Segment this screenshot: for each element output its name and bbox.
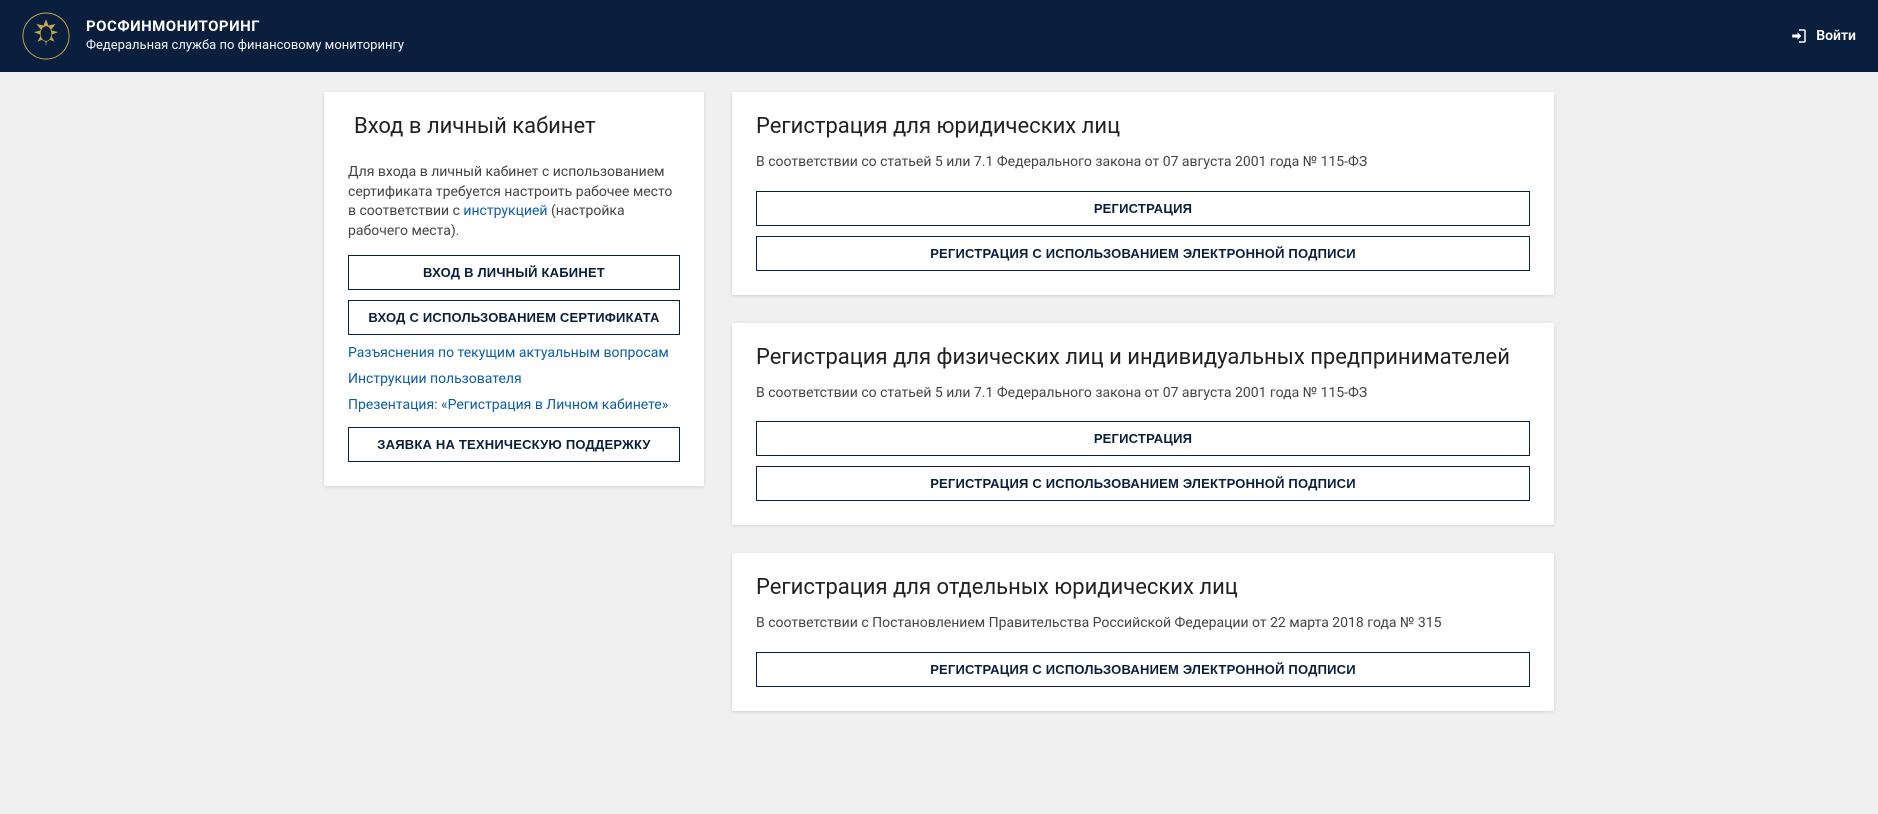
- reg-legal-sig-button[interactable]: РЕГИСТРАЦИЯ С ИСПОЛЬЗОВАНИЕМ ЭЛЕКТРОННОЙ…: [756, 236, 1530, 271]
- support-request-button[interactable]: ЗАЯВКА НА ТЕХНИЧЕСКУЮ ПОДДЕРЖКУ: [348, 427, 680, 462]
- login-card-title: Вход в личный кабинет: [348, 114, 680, 139]
- help-links: Разъяснения по текущим актуальным вопрос…: [348, 345, 680, 413]
- login-cert-button[interactable]: ВХОД С ИСПОЛЬЗОВАНИЕМ СЕРТИФИКАТА: [348, 300, 680, 335]
- login-label: Войти: [1816, 28, 1856, 44]
- site-subtitle: Федеральная служба по финансовому монито…: [86, 37, 404, 55]
- login-card: Вход в личный кабинет Для входа в личный…: [324, 92, 704, 486]
- login-card-desc: Для входа в личный кабинет с использован…: [348, 163, 680, 241]
- instruction-link[interactable]: инструкцией: [463, 203, 547, 219]
- reg-individual-button[interactable]: РЕГИСТРАЦИЯ: [756, 421, 1530, 456]
- login-cabinet-button[interactable]: ВХОД В ЛИЧНЫЙ КАБИНЕТ: [348, 255, 680, 290]
- header-titles: РОСФИНМОНИТОРИНГ Федеральная служба по ф…: [86, 17, 404, 55]
- reg-individual-desc: В соответствии со статьей 5 или 7.1 Феде…: [756, 384, 1530, 404]
- right-column: Регистрация для юридических лиц В соотве…: [732, 92, 1554, 711]
- emblem-icon: [22, 12, 70, 60]
- reg-special-desc: В соответствии с Постановлением Правител…: [756, 614, 1530, 634]
- reg-legal-desc: В соответствии со статьей 5 или 7.1 Феде…: [756, 153, 1530, 173]
- login-icon: [1790, 27, 1808, 45]
- reg-special-card: Регистрация для отдельных юридических ли…: [732, 553, 1554, 711]
- manual-link[interactable]: Инструкции пользователя: [348, 371, 680, 387]
- reg-individual-card: Регистрация для физических лиц и индивид…: [732, 323, 1554, 526]
- reg-legal-title: Регистрация для юридических лиц: [756, 114, 1530, 139]
- reg-individual-title: Регистрация для физических лиц и индивид…: [756, 345, 1530, 370]
- reg-special-title: Регистрация для отдельных юридических ли…: [756, 575, 1530, 600]
- login-button[interactable]: Войти: [1790, 27, 1856, 45]
- reg-legal-button[interactable]: РЕГИСТРАЦИЯ: [756, 191, 1530, 226]
- header: РОСФИНМОНИТОРИНГ Федеральная служба по ф…: [0, 0, 1878, 72]
- reg-individual-sig-button[interactable]: РЕГИСТРАЦИЯ С ИСПОЛЬЗОВАНИЕМ ЭЛЕКТРОННОЙ…: [756, 466, 1530, 501]
- faq-link[interactable]: Разъяснения по текущим актуальным вопрос…: [348, 345, 680, 361]
- header-left: РОСФИНМОНИТОРИНГ Федеральная служба по ф…: [22, 12, 404, 60]
- presentation-link[interactable]: Презентация: «Регистрация в Личном кабин…: [348, 397, 680, 413]
- site-title: РОСФИНМОНИТОРИНГ: [86, 17, 404, 35]
- reg-legal-card: Регистрация для юридических лиц В соотве…: [732, 92, 1554, 295]
- main-container: Вход в личный кабинет Для входа в личный…: [304, 72, 1574, 751]
- reg-special-sig-button[interactable]: РЕГИСТРАЦИЯ С ИСПОЛЬЗОВАНИЕМ ЭЛЕКТРОННОЙ…: [756, 652, 1530, 687]
